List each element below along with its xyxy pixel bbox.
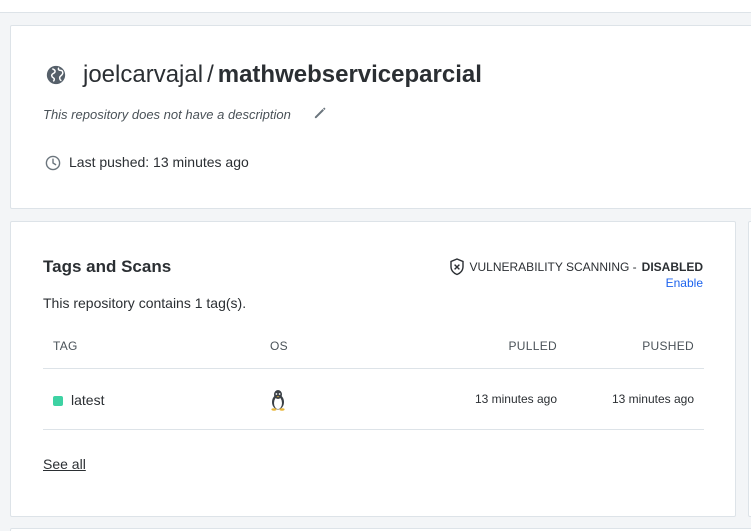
vulnerability-scanning-status: VULNERABILITY SCANNING - DISABLED — [449, 258, 703, 276]
tag-status-dot — [53, 396, 63, 406]
tag-count-text: This repository contains 1 tag(s). — [43, 295, 247, 311]
page-title: joelcarvajal / mathwebserviceparcial — [83, 60, 482, 90]
repo-namespace[interactable]: joelcarvajal — [83, 61, 203, 88]
tags-table: TAG OS PULLED PUSHED latest 13 minutes a… — [43, 332, 704, 430]
enable-link[interactable]: Enable — [666, 276, 703, 290]
vuln-status: DISABLED — [641, 260, 703, 274]
section-title: Tags and Scans — [43, 257, 172, 276]
table-row: latest 13 minutes ago 13 minutes ago — [43, 369, 704, 430]
globe-icon — [46, 65, 66, 85]
clock-icon — [45, 155, 61, 171]
see-all-link[interactable]: See all — [43, 456, 86, 472]
pulled-time: 13 minutes ago — [474, 392, 557, 406]
last-pushed-text: Last pushed: 13 minutes ago — [69, 154, 249, 170]
tag-name-link[interactable]: latest — [71, 392, 104, 408]
column-header-os: OS — [270, 339, 288, 353]
shield-x-icon — [449, 258, 464, 276]
linux-tux-icon — [271, 390, 285, 411]
repo-description: This repository does not have a descript… — [43, 107, 291, 122]
tags-and-scans-card: Tags and Scans VULNERABILITY SCANNING - … — [10, 221, 736, 517]
pencil-edit-icon[interactable] — [313, 105, 328, 120]
title-separator: / — [207, 61, 214, 88]
column-header-pulled: PULLED — [508, 339, 557, 353]
vuln-label: VULNERABILITY SCANNING - — [469, 260, 637, 274]
table-header: TAG OS PULLED PUSHED — [43, 332, 704, 369]
top-strip — [0, 0, 751, 13]
repo-name: mathwebserviceparcial — [217, 61, 482, 88]
repository-header-card: joelcarvajal / mathwebserviceparcial This … — [10, 25, 751, 209]
column-header-pushed: PUSHED — [642, 339, 694, 353]
column-header-tag: TAG — [53, 339, 78, 353]
pushed-time: 13 minutes ago — [611, 392, 694, 406]
